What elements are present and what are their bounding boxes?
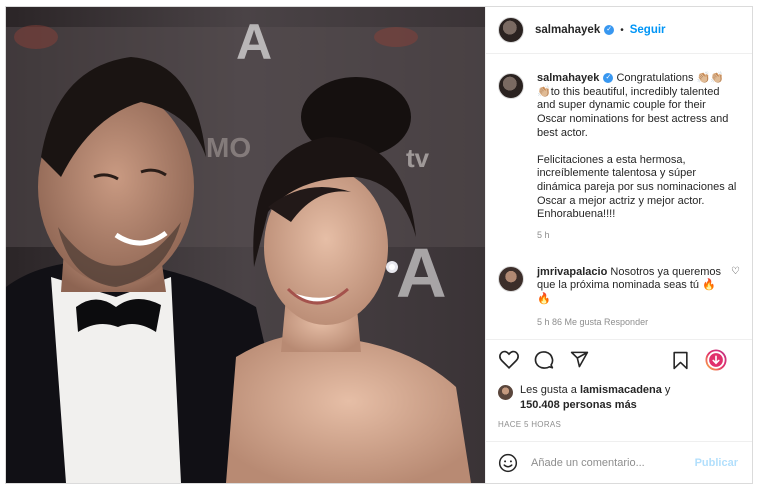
likes-summary: Les gusta a lamismacadena y 150.408 pers…: [486, 379, 752, 413]
caption-avatar[interactable]: [498, 73, 524, 99]
post-sidebar: salmahayek ✓ • Seguir salmahayek ✓ Congra…: [485, 7, 752, 483]
header-separator: •: [620, 24, 624, 36]
heart-icon[interactable]: [498, 349, 520, 371]
post-image: A A tv MO: [6, 7, 485, 483]
likes-text: Les gusta a lamismacadena y 150.408 pers…: [520, 383, 670, 412]
share-icon[interactable]: [568, 349, 590, 371]
comment-input[interactable]: [531, 456, 695, 469]
svg-text:MO: MO: [206, 132, 251, 163]
svg-text:A: A: [396, 234, 447, 312]
post-photo[interactable]: A A tv MO: [6, 7, 485, 483]
comment-icon[interactable]: [533, 349, 555, 371]
reply-comment: jmrivapalacio Nosotros ya queremos que l…: [498, 265, 738, 330]
author-username[interactable]: salmahayek: [535, 24, 600, 36]
author-avatar[interactable]: [498, 17, 524, 43]
verified-icon: ✓: [604, 25, 615, 35]
caption-body: salmahayek ✓ Congratulations 👏🏼👏🏼👏🏼to thi…: [537, 72, 737, 243]
svg-text:tv: tv: [406, 143, 430, 173]
post-container: A A tv MO salmahayek ✓ • Seguir salmahay…: [5, 6, 753, 484]
story-icon[interactable]: [705, 349, 727, 371]
likes-count[interactable]: 150.408 personas más: [520, 399, 637, 411]
svg-text:A: A: [236, 14, 272, 70]
comment-form: Publicar: [486, 441, 752, 483]
small-heart-icon[interactable]: ♡: [731, 266, 740, 277]
reply-avatar[interactable]: [498, 265, 524, 292]
post-header: salmahayek ✓ • Seguir: [486, 7, 752, 54]
publish-button[interactable]: Publicar: [695, 457, 738, 469]
liker-username[interactable]: lamismacadena: [580, 384, 662, 396]
follow-button[interactable]: Seguir: [630, 24, 666, 36]
reply-username[interactable]: jmrivapalacio: [537, 266, 607, 278]
reply-body: jmrivapalacio Nosotros ya queremos que l…: [537, 266, 727, 330]
likes-prefix: Les gusta a: [520, 384, 580, 396]
caption-time: 5 h: [537, 230, 550, 241]
reply-meta[interactable]: 5 h 86 Me gusta Responder: [537, 316, 727, 330]
caption-text-es: Felicitaciones a esta hermosa, increíble…: [537, 153, 737, 221]
post-timestamp[interactable]: HACE 5 HORAS: [486, 413, 752, 441]
save-icon[interactable]: [669, 349, 691, 371]
action-bar: [486, 339, 752, 379]
likes-middle: y: [661, 384, 671, 396]
verified-icon: ✓: [603, 73, 614, 84]
emoji-icon[interactable]: [498, 453, 518, 473]
comments-section[interactable]: salmahayek ✓ Congratulations 👏🏼👏🏼👏🏼to thi…: [486, 54, 752, 339]
liker-avatar[interactable]: [498, 385, 513, 400]
caption-comment: salmahayek ✓ Congratulations 👏🏼👏🏼👏🏼to thi…: [498, 72, 738, 243]
caption-username[interactable]: salmahayek: [537, 72, 599, 84]
